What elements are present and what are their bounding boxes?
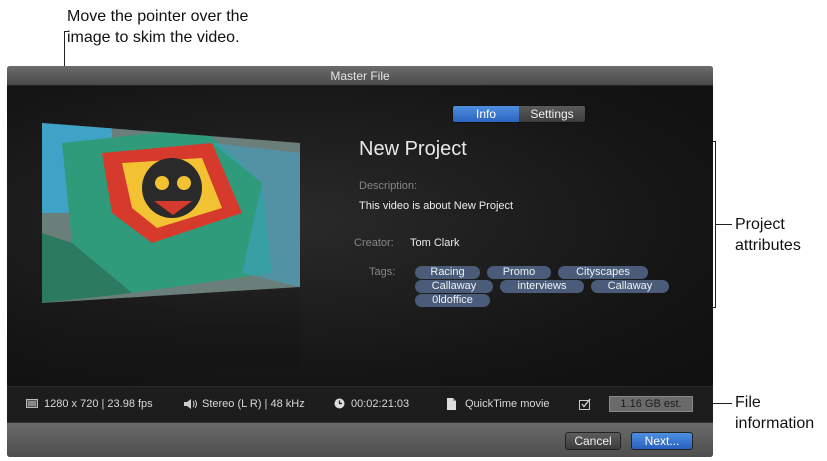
tab-settings[interactable]: Settings: [519, 106, 585, 122]
film-icon: [26, 399, 38, 411]
window-title: Master File: [7, 66, 713, 86]
skim-callout-leader-tick: [64, 31, 69, 32]
file-info-bar: 1280 x 720 | 23.98 fps Stereo (L R) | 48…: [7, 386, 713, 422]
tag-token[interactable]: 0ldoffice: [415, 294, 490, 307]
tags-label: Tags:: [369, 266, 396, 278]
audio-text: Stereo (L R) | 48 kHz: [202, 398, 305, 410]
content-area: Info Settings New Project Description: T…: [7, 86, 713, 386]
resolution-text: 1280 x 720 | 23.98 fps: [44, 398, 153, 410]
tag-token[interactable]: Callaway: [591, 280, 669, 293]
info-settings-tabs: Info Settings: [452, 105, 586, 123]
tab-info[interactable]: Info: [453, 106, 519, 122]
creator-label: Creator:: [354, 237, 394, 249]
attributes-callout-line2: attributes: [735, 237, 801, 254]
master-file-window: Master File Info Settings New Project De…: [7, 66, 713, 457]
document-icon: [447, 398, 456, 413]
skim-callout: Move the pointer over the image to skim …: [67, 6, 327, 48]
fileinfo-callout-line1: File: [735, 394, 761, 411]
checkbox-icon[interactable]: [579, 398, 591, 413]
duration-text: 00:02:21:03: [351, 398, 410, 410]
tag-token[interactable]: Callaway: [415, 280, 493, 293]
project-name[interactable]: New Project: [359, 138, 467, 161]
creator-field[interactable]: Tom Clark: [410, 237, 460, 249]
format-text: QuickTime movie: [465, 398, 550, 410]
clock-icon: [334, 398, 345, 412]
tag-token[interactable]: Promo: [487, 266, 551, 279]
tag-token[interactable]: Cityscapes: [558, 266, 648, 279]
skim-callout-line2: image to skim the video.: [67, 29, 240, 46]
dialog-footer: Cancel Next...: [7, 422, 713, 457]
speaker-icon: [184, 399, 198, 412]
attributes-callout: Project attributes: [735, 214, 827, 256]
attributes-bracket-pointer: [715, 224, 732, 225]
tag-token[interactable]: Racing: [415, 266, 480, 279]
cancel-button[interactable]: Cancel: [565, 432, 621, 450]
description-label: Description:: [359, 180, 418, 192]
fileinfo-callout-line2: information: [735, 415, 815, 432]
video-thumbnail[interactable]: [42, 123, 300, 367]
attributes-callout-line1: Project: [735, 216, 785, 233]
skim-callout-line1: Move the pointer over the: [67, 8, 249, 25]
video-thumbnail-image: [42, 123, 300, 367]
fileinfo-callout-leader: [713, 403, 732, 404]
tag-token[interactable]: interviews: [500, 280, 584, 293]
size-estimate-badge: 1.16 GB est.: [609, 396, 693, 412]
fileinfo-callout: File information: [735, 392, 827, 434]
next-button[interactable]: Next...: [631, 432, 693, 450]
description-field[interactable]: This video is about New Project: [359, 200, 513, 212]
